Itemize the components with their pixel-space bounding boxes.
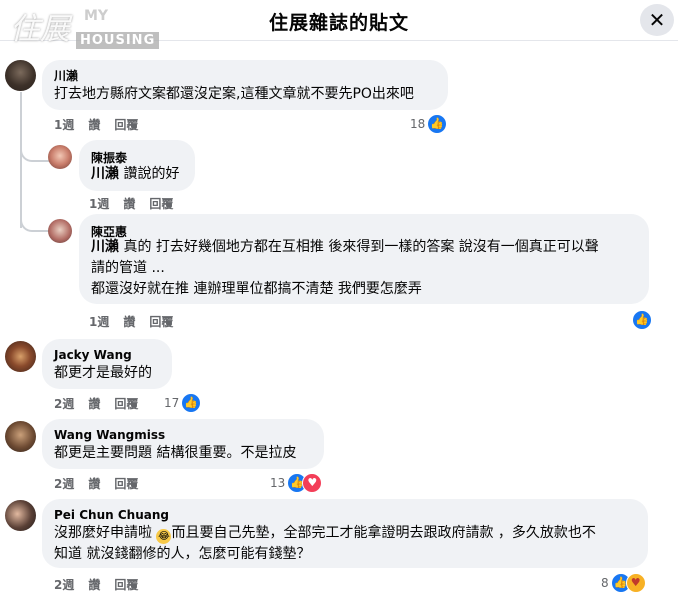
like-action[interactable]: 讚 bbox=[88, 118, 100, 132]
comment-actions: 1週讚回覆 bbox=[89, 195, 187, 212]
avatar[interactable] bbox=[5, 500, 36, 531]
comment-text-line: 知道 就沒錢翻修的人，怎麼可能有錢墊？ bbox=[54, 546, 311, 562]
reaction-count: 13 bbox=[270, 476, 286, 490]
comment-actions: 2週讚回覆 bbox=[54, 576, 152, 593]
comment-text-line: 都還沒好就在推 連辦理單位都搞不清楚 我們要怎麼弄 bbox=[91, 281, 422, 297]
comment-bubble: Wang Wangmiss 都更是主要問題 結構很重要。不是拉皮 bbox=[42, 419, 324, 469]
comment-text-line: 川瀨 真的 打去好幾個地方都在互相推 後來得到一樣的答案 說沒有一個真正可以聲 bbox=[91, 237, 599, 258]
watermark-my: MY bbox=[84, 8, 109, 24]
like-icon: 👍 bbox=[181, 393, 202, 413]
reaction-summary[interactable]: 8 👍 ♥ bbox=[601, 573, 646, 593]
like-action[interactable]: 讚 bbox=[88, 477, 100, 491]
comment-bubble: Jacky Wang 都更才是最好的 bbox=[42, 339, 172, 389]
comment-text-line: 沒那麼好申請啦 😂 而且要自己先墊，全部完工才能拿證明去跟政府請款 ，多久放款也不 bbox=[54, 523, 596, 544]
reply-action[interactable]: 回覆 bbox=[149, 315, 173, 329]
like-icon: 👍 bbox=[427, 114, 448, 134]
watermark-glyph: 住展 bbox=[10, 12, 70, 47]
reaction-summary[interactable]: 13 👍 ♥ bbox=[270, 473, 323, 493]
comment-text: 都更是主要問題 結構很重要。不是拉皮 bbox=[54, 445, 297, 461]
reaction-count: 8 bbox=[601, 576, 609, 590]
like-action[interactable]: 讚 bbox=[123, 197, 135, 211]
comment-text: 都更才是最好的 bbox=[54, 365, 152, 381]
comment-author[interactable]: 川瀨 bbox=[54, 67, 78, 84]
comment-bubble: 川瀨 打去地方縣府文案都還沒定案,這種文章就不要先PO出來吧 bbox=[42, 60, 448, 110]
thread-branch bbox=[20, 200, 50, 232]
reply-action[interactable]: 回覆 bbox=[114, 118, 138, 132]
reply-bubble: 陳亞惠 川瀨 真的 打去好幾個地方都在互相推 後來得到一樣的答案 說沒有一個真正… bbox=[79, 214, 649, 304]
reaction-count: 17 bbox=[164, 396, 180, 410]
reply-action[interactable]: 回覆 bbox=[114, 578, 138, 592]
love-icon: ♥ bbox=[302, 473, 323, 493]
avatar[interactable] bbox=[5, 60, 36, 91]
comment-time[interactable]: 2週 bbox=[54, 397, 74, 411]
comment-time[interactable]: 2週 bbox=[54, 477, 74, 491]
comment-time[interactable]: 1週 bbox=[89, 197, 109, 211]
thread-branch bbox=[20, 130, 50, 162]
reply-action[interactable]: 回覆 bbox=[114, 397, 138, 411]
comment-actions: 1週讚回覆 bbox=[54, 116, 152, 133]
comment-text: 川瀨 讚說的好 bbox=[91, 164, 179, 185]
laughing-emoji-icon: 😂 bbox=[156, 529, 172, 544]
reaction-summary[interactable]: 18 👍 bbox=[410, 114, 448, 134]
comment-text: 而且要自己先墊，全部完工才能拿證明去跟政府請款 ，多久放款也不 bbox=[171, 525, 596, 541]
like-action[interactable]: 讚 bbox=[123, 315, 135, 329]
comment-time[interactable]: 1週 bbox=[54, 118, 74, 132]
reply-action[interactable]: 回覆 bbox=[114, 477, 138, 491]
comment-text: 打去地方縣府文案都還沒定案,這種文章就不要先PO出來吧 bbox=[54, 86, 414, 102]
reply-bubble: 陳振泰 川瀨 讚說的好 bbox=[79, 140, 195, 191]
avatar[interactable] bbox=[48, 219, 72, 243]
comment-author[interactable]: Jacky Wang bbox=[54, 348, 132, 362]
reply-text: 真的 打去好幾個地方都在互相推 後來得到一樣的答案 說沒有一個真正可以聲 bbox=[123, 239, 599, 255]
avatar[interactable] bbox=[5, 421, 36, 452]
comment-actions: 1週讚回覆 bbox=[89, 313, 187, 330]
avatar[interactable] bbox=[48, 145, 72, 169]
comment-author[interactable]: Wang Wangmiss bbox=[54, 428, 165, 442]
mention-link[interactable]: 川瀨 bbox=[91, 239, 119, 255]
comment-actions: 2週讚回覆 bbox=[54, 475, 152, 492]
close-icon[interactable]: ✕ bbox=[640, 4, 674, 36]
reaction-count: 18 bbox=[410, 117, 426, 131]
like-action[interactable]: 讚 bbox=[88, 397, 100, 411]
like-action[interactable]: 讚 bbox=[88, 578, 100, 592]
care-icon: ♥ bbox=[625, 573, 646, 593]
mention-link[interactable]: 川瀨 bbox=[91, 166, 119, 182]
comment-time[interactable]: 2週 bbox=[54, 578, 74, 592]
reply-action[interactable]: 回覆 bbox=[149, 197, 173, 211]
comment-author[interactable]: Pei Chun Chuang bbox=[54, 508, 169, 522]
comment-time[interactable]: 1週 bbox=[89, 315, 109, 329]
reaction-summary[interactable]: 👍 bbox=[630, 310, 652, 330]
watermark-logo: 住展 MY HOUSING bbox=[4, 6, 160, 50]
comment-text-line: 請的管道 ... bbox=[91, 260, 165, 276]
reaction-summary[interactable]: 17 👍 bbox=[164, 393, 202, 413]
comment-actions: 2週讚回覆 bbox=[54, 395, 152, 412]
avatar[interactable] bbox=[5, 341, 36, 372]
comment-bubble: Pei Chun Chuang 沒那麼好申請啦 😂 而且要自己先墊，全部完工才能拿… bbox=[42, 499, 648, 568]
comment-text: 沒那麼好申請啦 bbox=[54, 525, 157, 541]
like-icon: 👍 bbox=[632, 310, 652, 330]
reply-text: 讚說的好 bbox=[123, 166, 180, 182]
watermark-housing: HOUSING bbox=[76, 32, 160, 49]
